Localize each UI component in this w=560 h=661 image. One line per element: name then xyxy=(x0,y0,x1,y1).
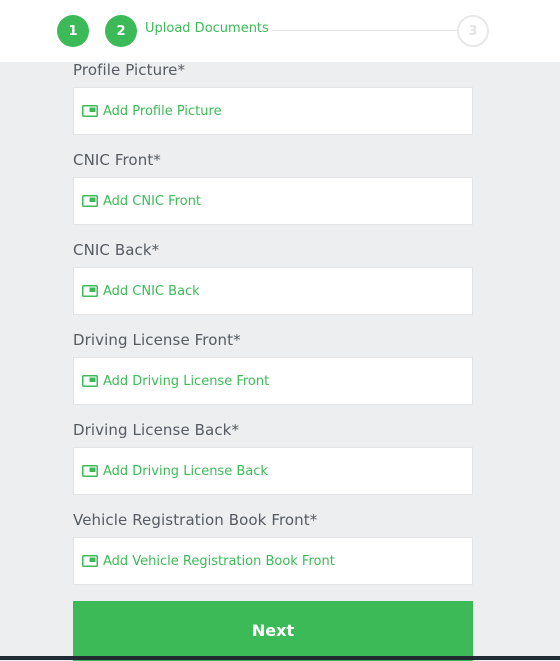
step-connector-line xyxy=(272,30,457,31)
step-2-indicator[interactable]: 2 xyxy=(105,15,137,47)
image-icon xyxy=(82,462,98,477)
image-icon xyxy=(82,192,98,207)
field-label: CNIC Back* xyxy=(73,241,160,259)
step-2-number: 2 xyxy=(116,23,126,39)
add-cnic-front-upload-button[interactable]: Add CNIC Front xyxy=(73,177,473,225)
step-1-number: 1 xyxy=(68,23,78,39)
step-1-indicator[interactable]: 1 xyxy=(57,15,89,47)
upload-action-label: Add Vehicle Registration Book Front xyxy=(103,553,335,569)
step-3-number: 3 xyxy=(468,23,478,39)
image-icon xyxy=(82,552,98,567)
field-label: Driving License Back* xyxy=(73,421,240,439)
upload-action-label: Add CNIC Back xyxy=(103,283,200,299)
add-driving-license-back-upload-button[interactable]: Add Driving License Back xyxy=(73,447,473,495)
field-label: Vehicle Registration Book Front* xyxy=(73,511,318,529)
image-icon xyxy=(82,282,98,297)
field-label: CNIC Front* xyxy=(73,151,161,169)
upload-action-label: Add Driving License Back xyxy=(103,463,268,479)
field-label: Driving License Front* xyxy=(73,331,241,349)
upload-action-label: Add Driving License Front xyxy=(103,373,270,389)
add-vehicle-registration-book-front-upload-button[interactable]: Add Vehicle Registration Book Front xyxy=(73,537,473,585)
progress-stepper: 1 2 Upload Documents 3 xyxy=(0,0,560,62)
image-icon xyxy=(82,102,98,117)
image-icon xyxy=(82,372,98,387)
add-profile-picture-upload-button[interactable]: Add Profile Picture xyxy=(73,87,473,135)
upload-action-label: Add Profile Picture xyxy=(103,103,222,119)
bottom-edge-bar xyxy=(0,656,560,660)
step-3-indicator: 3 xyxy=(457,15,489,47)
next-button[interactable]: Next xyxy=(73,601,473,661)
add-cnic-back-upload-button[interactable]: Add CNIC Back xyxy=(73,267,473,315)
upload-action-label: Add CNIC Front xyxy=(103,193,202,209)
step-2-label: Upload Documents xyxy=(145,21,269,36)
add-driving-license-front-upload-button[interactable]: Add Driving License Front xyxy=(73,357,473,405)
field-label: Profile Picture* xyxy=(73,61,186,79)
